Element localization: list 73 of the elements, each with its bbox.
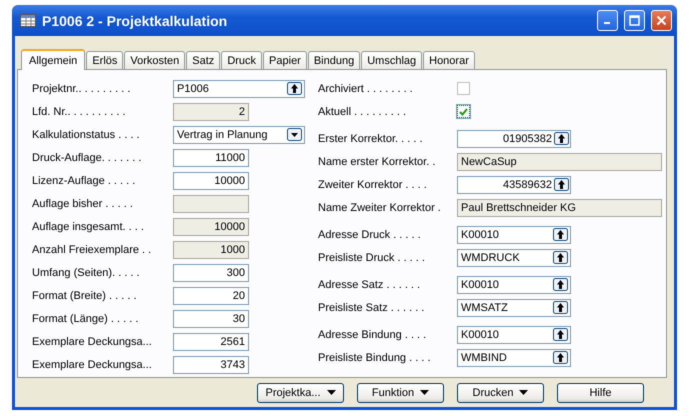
- field-label: Adresse Druck . . . . .: [318, 228, 422, 240]
- field-label: Aktuell . . . . . . . . .: [318, 106, 408, 118]
- field-label: Name Zweiter Korrektor .: [318, 202, 442, 214]
- close-button[interactable]: [651, 10, 672, 31]
- field-label: Format (Länge) . . . . .: [32, 312, 140, 324]
- field-label: Auflage insgesamt. . . .: [32, 220, 145, 232]
- number-field[interactable]: 30: [173, 310, 249, 328]
- field-label: Preisliste Bindung . . . .: [318, 352, 432, 364]
- lookup-field[interactable]: K00010: [457, 326, 571, 344]
- number-field[interactable]: 300: [173, 264, 249, 282]
- readonly-field: Paul Brettschneider KG: [457, 198, 662, 216]
- field-label: Name erster Korrektor. .: [318, 156, 436, 168]
- lookup-field[interactable]: K00010: [457, 226, 571, 244]
- maximize-button[interactable]: [624, 10, 645, 31]
- tab[interactable]: Umschlag: [361, 51, 422, 69]
- checkbox[interactable]: [457, 82, 470, 95]
- field-label: Exemplare Deckungsa...: [32, 358, 153, 370]
- readonly-field: NewCaSup: [457, 152, 662, 170]
- field-label: Lizenz-Auflage . . . . .: [32, 174, 136, 186]
- lookup-field[interactable]: WMBIND: [457, 348, 571, 366]
- field-label: Auflage bisher . . . . .: [32, 198, 134, 210]
- lookup-field[interactable]: K00010: [457, 276, 571, 294]
- field-label: Adresse Bindung . . . .: [318, 328, 428, 340]
- minimize-button[interactable]: [597, 10, 618, 31]
- lookup-field[interactable]: WMSATZ: [457, 298, 571, 316]
- checkbox[interactable]: [457, 105, 470, 118]
- number-field[interactable]: 10000: [173, 172, 249, 190]
- tab[interactable]: Papier: [263, 51, 307, 69]
- tab[interactable]: Honorar: [423, 51, 475, 69]
- tab[interactable]: Erlös: [86, 51, 124, 69]
- help-button[interactable]: Hilfe: [557, 382, 644, 402]
- caret-icon: [420, 390, 430, 395]
- tab[interactable]: Bindung: [308, 51, 360, 69]
- field-label: Druck-Auflage. . . . . . .: [32, 152, 142, 164]
- caret-icon: [326, 390, 336, 395]
- window-title: P1006 2 - Projektkalkulation: [42, 12, 228, 28]
- field-label: Zweiter Korrektor . . . .: [318, 178, 428, 190]
- dropdown-field[interactable]: Vertrag in Planung: [173, 126, 305, 144]
- table-icon: [20, 14, 36, 27]
- number-field[interactable]: 20: [173, 286, 249, 304]
- lookup-field[interactable]: P1006: [173, 80, 305, 98]
- field-label: Projektnr.. . . . . . . . .: [32, 82, 132, 94]
- field-label: Adresse Satz . . . . . .: [318, 278, 422, 290]
- field-label: Kalkulationstatus . . . .: [32, 128, 141, 140]
- field-label: Format (Breite) . . . . .: [32, 290, 138, 302]
- tab[interactable]: Satz: [186, 51, 220, 69]
- number-field[interactable]: 11000: [173, 148, 249, 166]
- menu-button[interactable]: Drucken: [457, 382, 544, 402]
- close-icon: [656, 15, 667, 26]
- lookup-field[interactable]: 43589632: [457, 176, 571, 194]
- field-label: Exemplare Deckungsa...: [32, 336, 153, 348]
- tab[interactable]: Allgemein: [21, 49, 86, 70]
- menu-button[interactable]: Projektka...: [257, 382, 344, 402]
- tab[interactable]: Vorkosten: [124, 51, 186, 69]
- menu-button[interactable]: Funktion: [357, 382, 444, 402]
- number-field[interactable]: 3743: [173, 356, 249, 374]
- field-label: Preisliste Satz . . . . . .: [318, 302, 426, 314]
- readonly-field: 10000: [173, 218, 249, 236]
- field-label: Archiviert . . . . . . . .: [318, 82, 414, 94]
- field-label: Preisliste Druck . . . . .: [318, 252, 426, 264]
- field-label: Lfd. Nr.. . . . . . . . . .: [32, 106, 127, 118]
- readonly-field: 2: [173, 102, 249, 120]
- number-field[interactable]: 2561: [173, 332, 249, 350]
- field-label: Umfang (Seiten). . . . .: [32, 266, 141, 278]
- tab[interactable]: Druck: [221, 51, 262, 69]
- field-label: Erster Korrektor. . . . .: [318, 132, 424, 144]
- lookup-field[interactable]: WMDRUCK: [457, 248, 571, 266]
- readonly-field: 1000: [173, 240, 249, 258]
- maximize-icon: [629, 15, 640, 26]
- caret-icon: [519, 390, 528, 395]
- checkmark-icon: [459, 108, 468, 116]
- field-label: Anzahl Freiexemplare . .: [32, 244, 152, 256]
- lookup-field[interactable]: 01905382: [457, 130, 571, 148]
